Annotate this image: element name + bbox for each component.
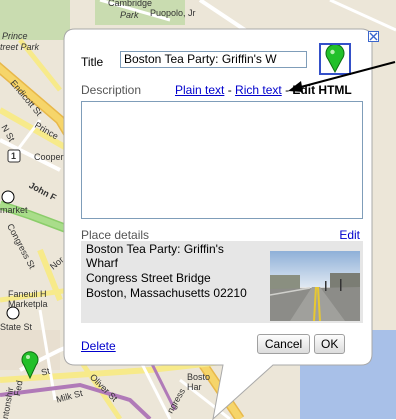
description-label: Description [81, 83, 142, 97]
annotation-arrow-icon [288, 61, 396, 92]
close-icon [369, 32, 378, 41]
rich-text-link[interactable]: Rich text [235, 83, 282, 97]
close-button[interactable] [368, 31, 379, 42]
map-label-cooper: Cooper [34, 152, 64, 162]
map-label-faneuil: Faneuil H [8, 289, 47, 299]
map-label-market: market [0, 205, 28, 215]
delete-link[interactable]: Delete [81, 339, 116, 353]
title-input[interactable]: Boston Tea Party: Griffin's W [120, 51, 307, 68]
separator: - [227, 83, 232, 97]
title-label: Title [81, 55, 104, 69]
place-address-line-2: Boston, Massachusetts 02210 [86, 286, 247, 300]
description-textarea[interactable] [81, 101, 363, 219]
map-label-street-park: treet Park [0, 42, 40, 52]
street-view-photo [270, 251, 360, 321]
route-1-shield-label: 1 [11, 151, 17, 161]
map-label-marketplace: Marketpla [8, 299, 48, 309]
street-view-thumbnail[interactable] [270, 251, 360, 321]
map-label-park: Park [120, 10, 139, 20]
map-label-state-st: State St [0, 322, 33, 332]
map-label-st: St [40, 365, 51, 378]
map-label-puopolo: Puopolo, Jr [150, 8, 196, 18]
place-details-label: Place details [81, 228, 150, 242]
map-label-prince-park: Prince [2, 31, 28, 41]
ok-button[interactable]: OK [314, 334, 345, 354]
place-address-line-1: Congress Street Bridge [86, 271, 211, 285]
place-name-line-2: Wharf [86, 256, 119, 270]
place-name-line-1: Boston Tea Party: Griffin's [86, 242, 224, 256]
map-placemark-icon[interactable] [20, 349, 40, 379]
place-details-box: Boston Tea Party: Griffin's Wharf Congre… [81, 241, 363, 323]
cancel-button[interactable]: Cancel [257, 334, 310, 354]
map-label-cambridge: Cambridge [108, 0, 153, 8]
place-details-edit-link[interactable]: Edit [339, 228, 360, 242]
plain-text-link[interactable]: Plain text [175, 83, 224, 97]
